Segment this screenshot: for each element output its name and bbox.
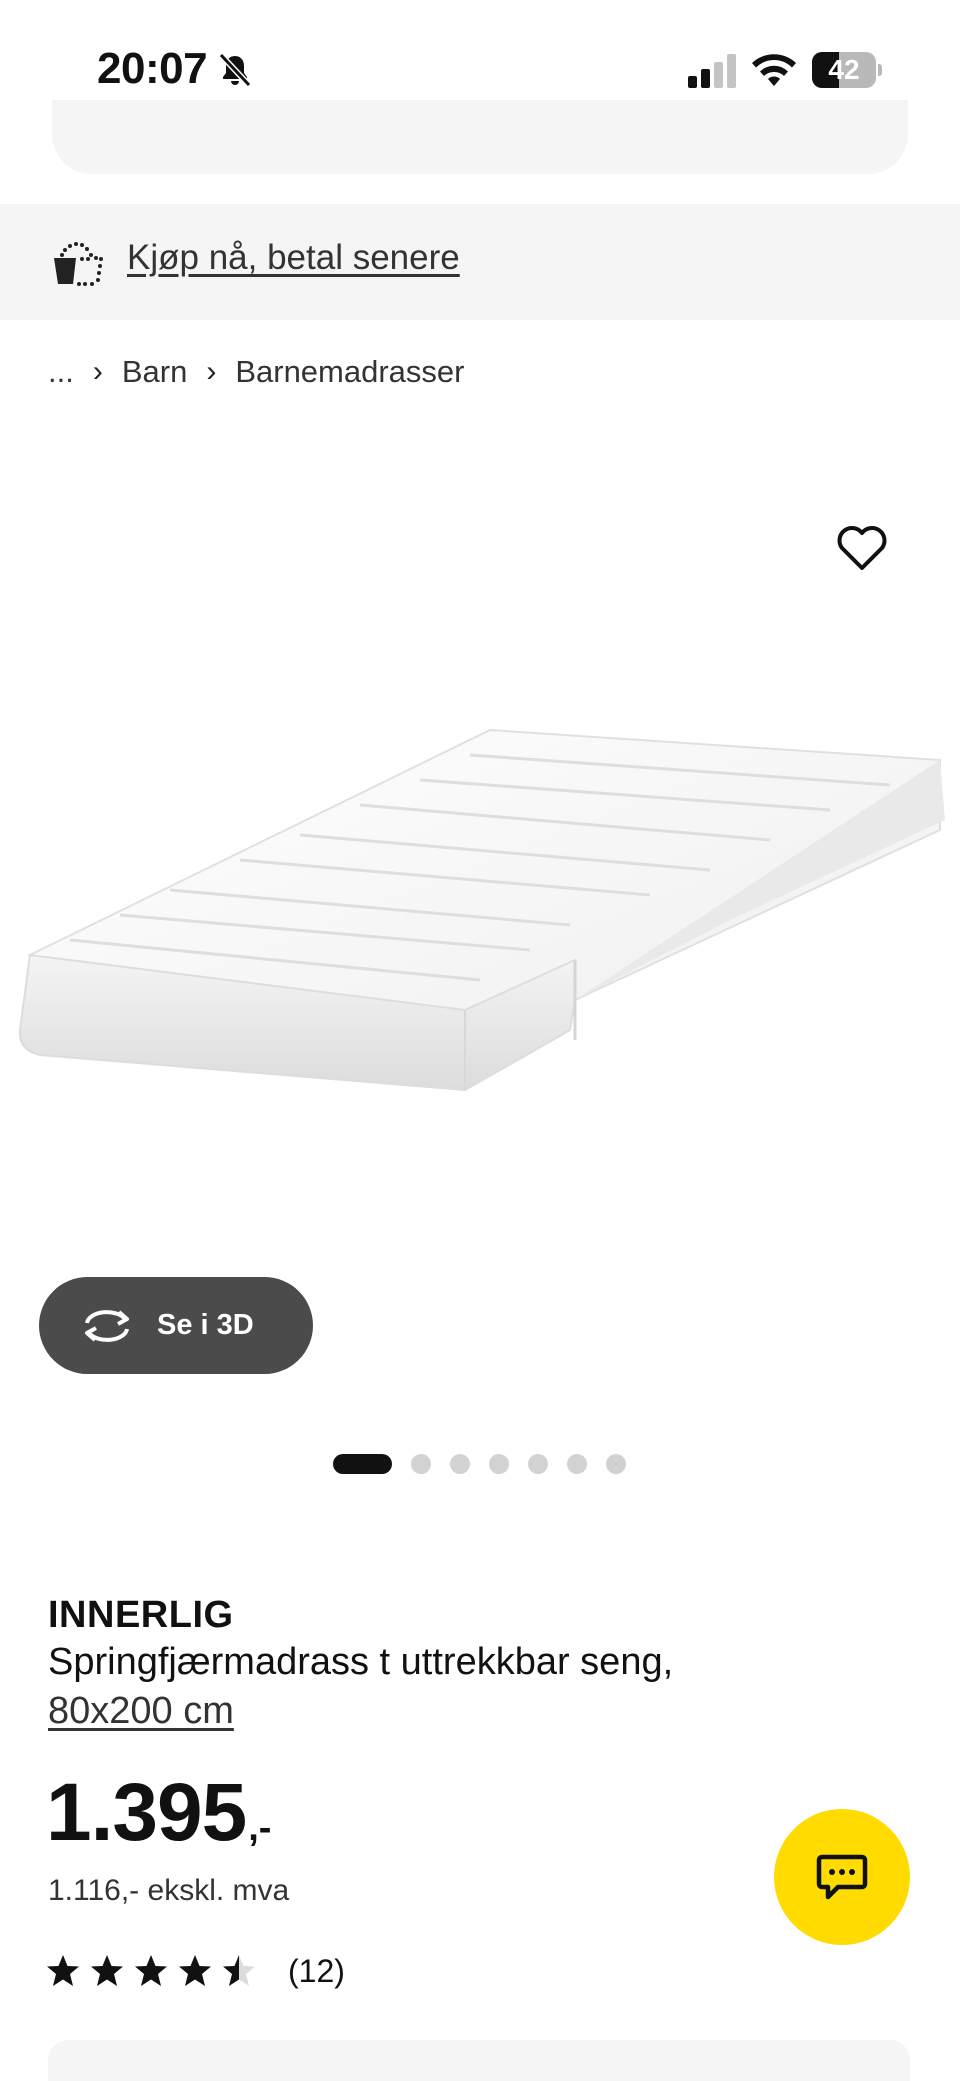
price-ex-vat: 1.116,- ekskl. mva (48, 1874, 290, 1907)
chat-button[interactable] (774, 1809, 910, 1945)
carousel-dot[interactable] (489, 1454, 509, 1474)
carousel-dots[interactable] (333, 1453, 645, 1475)
view-in-3d-label: Se i 3D (157, 1309, 254, 1341)
view-in-3d-button[interactable]: Se i 3D (39, 1277, 313, 1374)
promo-link[interactable]: Kjøp nå, betal senere (127, 238, 460, 278)
star-icon (47, 1955, 79, 1986)
breadcrumb-ellipsis[interactable]: ... (48, 354, 74, 390)
rating-count: (12) (288, 1952, 345, 1989)
price-main: 1.395 (46, 1767, 247, 1858)
carousel-dot[interactable] (450, 1454, 470, 1474)
chat-bubble-icon (816, 1854, 868, 1900)
chevron-right-icon: › (92, 355, 103, 388)
product-size-link[interactable]: 80x200 cm (48, 1690, 234, 1733)
product-rating[interactable]: (12) (46, 1950, 345, 1992)
bag-dotted-icon (54, 242, 103, 286)
status-time: 20:07 (97, 44, 208, 93)
price-suffix: ,- (248, 1807, 272, 1849)
wifi-icon (752, 54, 796, 86)
bell-muted-icon (218, 52, 252, 88)
star-icon (91, 1955, 123, 1986)
star-icon (135, 1955, 167, 1986)
mattress-image (18, 728, 945, 1092)
carousel-dot[interactable] (567, 1454, 587, 1474)
next-section-card (48, 2040, 910, 2081)
star-icon (179, 1955, 211, 1986)
breadcrumb-item-barn[interactable]: Barn (122, 354, 187, 390)
carousel-dot[interactable] (606, 1454, 626, 1474)
product-description: Springfjærmadrass t uttrekkbar seng, (48, 1641, 674, 1683)
breadcrumb-item-barnemadrasser[interactable]: Barnemadrasser (235, 354, 464, 390)
star-icon (223, 1955, 255, 1986)
product-price: 1.395 ,- (46, 1772, 271, 1854)
product-brand: INNERLIG (48, 1594, 234, 1636)
rotate-3d-icon (85, 1309, 129, 1342)
carousel-dot[interactable] (528, 1454, 548, 1474)
carousel-dot[interactable] (411, 1454, 431, 1474)
chevron-right-icon: › (206, 355, 217, 388)
battery-level: 42 (828, 54, 860, 85)
search-bar-remnant[interactable] (52, 100, 908, 174)
cellular-signal-icon (688, 54, 736, 88)
promo-banner[interactable]: Kjøp nå, betal senere (0, 204, 960, 320)
breadcrumb: ... › Barn › Barnemadrasser (48, 352, 464, 392)
favorite-heart-icon[interactable] (836, 524, 888, 572)
carousel-dot-active[interactable] (333, 1454, 392, 1474)
battery-indicator: 42 (812, 52, 882, 88)
